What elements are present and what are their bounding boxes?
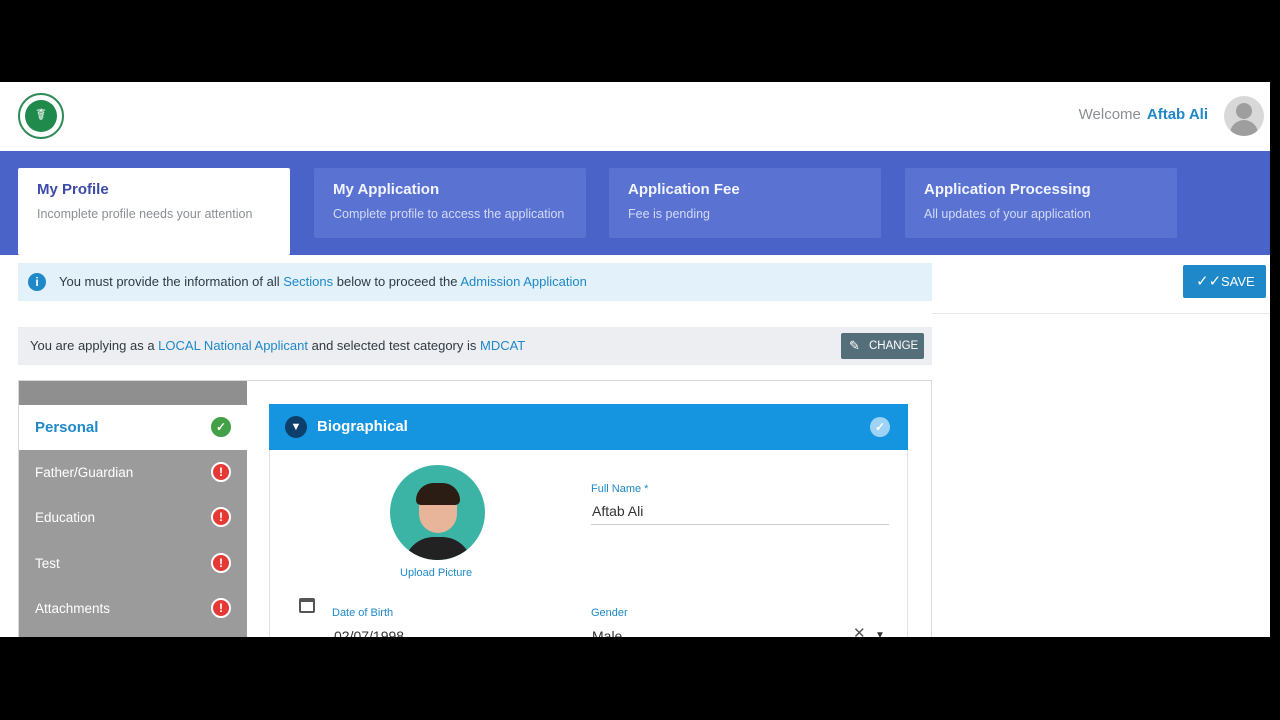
profile-form: Personal ✓ Father/Guardian ! Education !… — [18, 380, 932, 637]
tab-application-processing[interactable]: Application Processing All updates of yo… — [905, 168, 1177, 238]
tab-title: Application Processing — [924, 181, 1091, 198]
top-bar: ☤ Welcome Aftab Ali — [0, 82, 1270, 151]
dropdown-caret-icon[interactable]: ▼ — [875, 630, 885, 637]
alert-circle-icon: ! — [211, 598, 231, 618]
tab-application-fee[interactable]: Application Fee Fee is pending — [609, 168, 881, 238]
dob-field[interactable]: 02/07/1998 — [334, 628, 404, 637]
info-text: below to proceed the — [333, 274, 461, 289]
info-text: You must provide the information of all — [59, 274, 284, 289]
clear-icon[interactable]: ✕ — [853, 624, 866, 637]
user-avatar[interactable] — [1224, 96, 1264, 136]
apply-text: You are applying as a — [30, 338, 159, 353]
dob-label: Date of Birth — [332, 607, 394, 619]
pencil-icon: ✎ — [849, 338, 860, 353]
caduceus-icon: ☤ — [35, 107, 47, 124]
biographical-body: Upload Picture Full Name * Aftab Ali Dat… — [269, 450, 908, 637]
biographical-header[interactable]: ▼ Biographical ✓ — [269, 404, 908, 450]
full-name-underline — [591, 524, 889, 525]
tab-title: Application Fee — [628, 181, 740, 198]
chevron-down-icon[interactable]: ▼ — [285, 416, 307, 438]
profile-photo[interactable] — [390, 465, 485, 560]
tab-subtitle: Complete profile to access the applicati… — [333, 207, 565, 221]
tab-title: My Profile — [37, 181, 109, 198]
logo: ☤ — [18, 93, 64, 139]
section-item-test[interactable]: Test ! — [19, 541, 247, 586]
tab-subtitle: All updates of your application — [924, 207, 1091, 221]
gender-select[interactable]: Male — [592, 628, 622, 637]
section-label: Education — [35, 510, 96, 525]
logo-emblem: ☤ — [25, 100, 57, 132]
section-item-education[interactable]: Education ! — [19, 495, 247, 540]
double-check-icon: ✓✓ — [1196, 273, 1222, 290]
avatar-head-shape — [1236, 103, 1252, 119]
section-label: Attachments — [35, 601, 111, 616]
section-label: Personal — [35, 419, 99, 436]
check-circle-icon: ✓ — [870, 417, 890, 437]
full-name-field[interactable]: Aftab Ali — [592, 503, 643, 519]
tab-title: My Application — [333, 181, 440, 198]
welcome-text: Welcome — [1078, 106, 1141, 123]
section-menu: Personal ✓ Father/Guardian ! Education !… — [19, 381, 247, 637]
applicant-type-link[interactable]: LOCAL National Applicant — [158, 338, 308, 353]
photo-hair-shape — [416, 483, 460, 505]
change-button[interactable]: ✎ CHANGE — [841, 333, 924, 359]
upload-picture-link[interactable]: Upload Picture — [400, 567, 472, 579]
calendar-icon[interactable] — [299, 598, 315, 613]
nav-band: My Profile Incomplete profile needs your… — [0, 151, 1270, 255]
section-item-father-guardian[interactable]: Father/Guardian ! — [19, 450, 247, 495]
apply-text: and selected test category is — [308, 338, 480, 353]
welcome-message: Welcome Aftab Ali — [1079, 106, 1208, 123]
test-category-link[interactable]: MDCAT — [480, 338, 525, 353]
section-label: Father/Guardian — [35, 465, 134, 480]
section-item-attachments[interactable]: Attachments ! — [19, 586, 247, 631]
tab-subtitle: Incomplete profile needs your attention — [37, 207, 253, 221]
save-label: SAVE — [1221, 274, 1255, 289]
gender-label: Gender — [591, 607, 628, 619]
save-button[interactable]: ✓✓ SAVE — [1183, 265, 1266, 298]
full-name-label: Full Name * — [591, 483, 649, 495]
section-menu-header — [19, 381, 247, 405]
user-name[interactable]: Aftab Ali — [1147, 106, 1208, 123]
change-label: CHANGE — [869, 340, 919, 352]
admission-application-link[interactable]: Admission Application — [460, 274, 586, 289]
photo-shirt-shape — [404, 537, 472, 560]
section-item-personal[interactable]: Personal ✓ — [19, 405, 247, 450]
applicant-category-bar: You are applying as a LOCAL National App… — [18, 327, 932, 365]
divider — [932, 313, 1270, 314]
check-circle-icon: ✓ — [211, 417, 231, 437]
alert-circle-icon: ! — [211, 507, 231, 527]
avatar-body-shape — [1230, 120, 1258, 136]
tab-my-application[interactable]: My Application Complete profile to acces… — [314, 168, 586, 238]
app-screen: ☤ Welcome Aftab Ali My Profile Incomplete… — [0, 82, 1270, 637]
info-icon: i — [28, 273, 46, 291]
tab-my-profile[interactable]: My Profile Incomplete profile needs your… — [18, 168, 290, 255]
info-notice: i You must provide the information of al… — [18, 263, 932, 301]
tab-subtitle: Fee is pending — [628, 207, 711, 221]
alert-circle-icon: ! — [211, 462, 231, 482]
alert-circle-icon: ! — [211, 553, 231, 573]
biographical-title: Biographical — [317, 418, 408, 435]
sections-link[interactable]: Sections — [283, 274, 333, 289]
section-label: Test — [35, 556, 60, 571]
